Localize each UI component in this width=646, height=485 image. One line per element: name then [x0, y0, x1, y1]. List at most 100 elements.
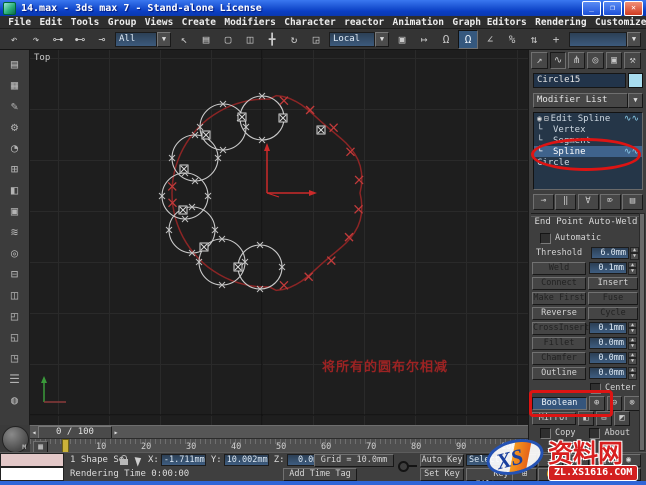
- menu-item-rendering[interactable]: Rendering: [531, 17, 591, 28]
- spinner-down-icon[interactable]: ▼: [628, 268, 637, 275]
- select-and-rotate-icon[interactable]: ↻: [284, 30, 304, 49]
- fillet-field[interactable]: 0.0mm: [589, 337, 627, 349]
- chamfer-button[interactable]: Chamfer: [532, 351, 586, 365]
- menu-item-graph-editors[interactable]: Graph Editors: [448, 17, 531, 28]
- left-tool-icon-10[interactable]: ◎: [4, 243, 26, 264]
- spinner-control[interactable]: ▲ ▼: [630, 246, 639, 260]
- nav-button-9[interactable]: ⤢: [616, 468, 641, 481]
- left-tool-icon-15[interactable]: ◳: [4, 348, 26, 369]
- weld-button[interactable]: Weld: [532, 261, 586, 275]
- nav-button-7[interactable]: ⊡: [564, 468, 589, 481]
- reference-coordinate-combo[interactable]: Local ▼: [329, 31, 389, 47]
- left-tool-icon-12[interactable]: ◫: [4, 285, 26, 306]
- selection-filter-combo[interactable]: All ▼: [115, 31, 171, 47]
- menu-item-group[interactable]: Group: [104, 17, 141, 28]
- time-slider-right-arrow[interactable]: ▸: [112, 428, 120, 437]
- stack-row-vertex[interactable]: └ Vertex: [534, 124, 642, 135]
- boolean-button[interactable]: Boolean: [532, 396, 587, 410]
- menu-item-modifiers[interactable]: Modifiers: [220, 17, 280, 28]
- nav-button-4[interactable]: ◉: [616, 454, 641, 467]
- left-tool-icon-5[interactable]: ◔: [4, 138, 26, 159]
- select-and-link-icon[interactable]: ⊶: [48, 30, 68, 49]
- close-button[interactable]: ✕: [624, 0, 643, 16]
- nav-button-8[interactable]: ◱: [590, 468, 615, 481]
- time-slider[interactable]: ◂ 0 / 100 ▸: [30, 425, 528, 439]
- named-selection-combo[interactable]: ▼: [569, 31, 641, 47]
- lightbulb-icon[interactable]: ◉: [537, 114, 542, 123]
- minimize-button[interactable]: _: [582, 0, 601, 16]
- tab-hierarchy[interactable]: ⋔: [568, 52, 586, 69]
- boolean-union-icon[interactable]: ⊕: [588, 395, 605, 411]
- stack-row-spline[interactable]: └ Spline ∿∿: [534, 146, 642, 157]
- macro-recorder-field[interactable]: [0, 453, 64, 467]
- automatic-checkbox[interactable]: [540, 232, 551, 244]
- nav-button-2[interactable]: ▸: [564, 454, 589, 467]
- spinner-control[interactable]: ▲ ▼: [628, 321, 637, 335]
- y-coordinate-field[interactable]: 10.002mm: [223, 454, 269, 466]
- left-tool-icon-9[interactable]: ≋: [4, 222, 26, 243]
- remove-modifier-icon[interactable]: ⌦: [599, 194, 621, 210]
- modifier-list-dropdown[interactable]: Modifier List ▼: [533, 93, 643, 108]
- viewport-canvas[interactable]: [30, 50, 528, 425]
- spinner-snap-icon[interactable]: ⇅: [524, 30, 544, 49]
- left-tool-icon-11[interactable]: ⊟: [4, 264, 26, 285]
- menu-item-file[interactable]: File: [4, 17, 35, 28]
- collapse-icon[interactable]: ⊟: [544, 114, 549, 123]
- track-bar[interactable]: ▦ 10 20 30 40 50 60 70 80 90 100: [30, 438, 528, 454]
- make-first-button[interactable]: Make First: [532, 291, 586, 305]
- menu-item-tools[interactable]: Tools: [67, 17, 104, 28]
- connect-button[interactable]: Connect: [532, 276, 586, 290]
- rect-selection-region-icon[interactable]: ▢: [218, 30, 238, 49]
- stack-row-circle[interactable]: Circle: [534, 157, 642, 168]
- nav-button-5[interactable]: ⊞: [512, 468, 537, 481]
- snap-toggle-3d-icon[interactable]: Ω: [458, 29, 478, 49]
- about-checkbox[interactable]: [589, 427, 601, 439]
- threshold-field[interactable]: 6.0mm: [591, 247, 629, 259]
- crossinsert-button[interactable]: CrossInsert: [532, 321, 589, 335]
- tab-motion[interactable]: ◎: [587, 52, 604, 69]
- selection-lock-icon[interactable]: [120, 455, 128, 465]
- stack-row-segment[interactable]: └ Segment: [534, 135, 642, 146]
- menu-item-edit[interactable]: Edit: [35, 17, 66, 28]
- mirror-button[interactable]: Mirror: [532, 411, 576, 425]
- menu-item-customize[interactable]: Customize: [591, 17, 646, 28]
- tab-utilities[interactable]: ⚒: [624, 52, 642, 69]
- select-by-name-icon[interactable]: ▤: [196, 30, 216, 49]
- crossinsert-field[interactable]: 0.1mm: [589, 322, 627, 334]
- redo-icon[interactable]: ↷: [26, 30, 46, 49]
- menu-item-character[interactable]: Character: [280, 17, 340, 28]
- chamfer-field[interactable]: 0.0mm: [589, 352, 627, 364]
- time-slider-left-arrow[interactable]: ◂: [30, 428, 38, 437]
- percent-snap-icon[interactable]: %: [502, 30, 522, 49]
- left-tool-icon-3[interactable]: ✎: [4, 96, 26, 117]
- mirror-both-icon[interactable]: ◩: [614, 410, 630, 426]
- maxscript-mini-listener[interactable]: [0, 467, 64, 481]
- left-tool-icon-2[interactable]: ▦: [4, 75, 26, 96]
- add-time-tag-button[interactable]: Add Time Tag: [283, 467, 357, 481]
- time-slider-handle[interactable]: 0 / 100: [38, 425, 112, 439]
- reverse-button[interactable]: Reverse: [532, 306, 586, 320]
- fuse-button[interactable]: Fuse: [588, 291, 638, 305]
- select-object-icon[interactable]: ↖: [174, 30, 194, 49]
- time-knob[interactable]: M: [2, 426, 29, 453]
- menu-item-reactor[interactable]: reactor: [340, 17, 388, 28]
- spinner-down-icon[interactable]: ▼: [628, 358, 637, 365]
- weld-field[interactable]: 0.1mm: [589, 262, 627, 274]
- left-tool-icon-6[interactable]: ⊞: [4, 159, 26, 180]
- spinner-control[interactable]: ▲ ▼: [628, 261, 637, 275]
- left-tool-icon-8[interactable]: ▣: [4, 201, 26, 222]
- nav-button-0[interactable]: |◂: [512, 454, 537, 467]
- left-tool-icon-13[interactable]: ◰: [4, 306, 26, 327]
- set-keys-key-icon[interactable]: [398, 460, 417, 472]
- chevron-down-icon[interactable]: ▼: [627, 31, 641, 47]
- left-tool-icon-7[interactable]: ◧: [4, 180, 26, 201]
- bind-to-spacewarp-icon[interactable]: ⊸: [92, 30, 112, 49]
- outline-button[interactable]: Outline: [532, 366, 586, 380]
- menu-item-views[interactable]: Views: [141, 17, 178, 28]
- mirror-horizontal-icon[interactable]: ◧: [578, 410, 594, 426]
- pin-stack-icon[interactable]: ⊸: [533, 194, 554, 210]
- insert-button[interactable]: Insert: [588, 276, 638, 290]
- select-and-move-icon[interactable]: ╋: [262, 30, 282, 49]
- set-key-button[interactable]: Set Key: [420, 467, 464, 481]
- boolean-intersect-icon[interactable]: ⊗: [624, 395, 640, 411]
